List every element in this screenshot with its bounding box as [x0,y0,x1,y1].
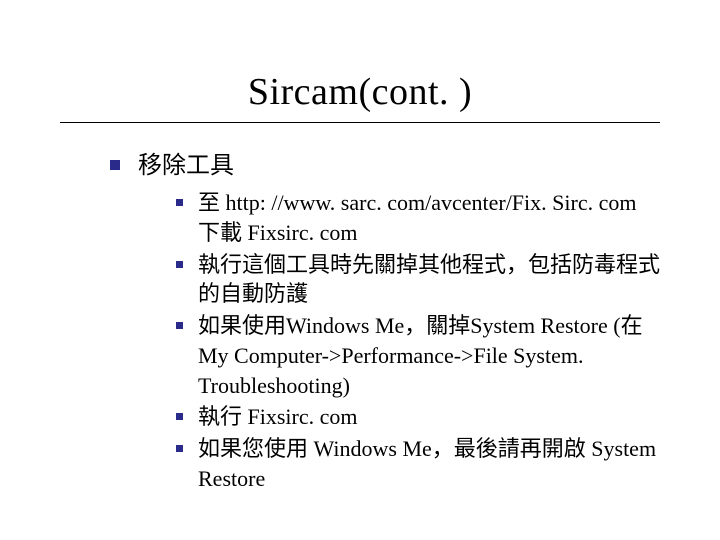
list-item: 執行這個工具時先關掉其他程式，包括防毒程式的自動防護 [176,250,660,309]
square-bullet-icon [176,261,183,268]
square-bullet-icon [176,199,183,206]
list-item-text: 至 http: //www. sarc. com/avcenter/Fix. S… [198,190,636,245]
list-item: 如果使用Windows Me，關掉System Restore (在My Com… [176,311,660,400]
list-item-text: 如果使用Windows Me，關掉System Restore (在My Com… [198,313,643,397]
list-item-text: 執行這個工具時先關掉其他程式，包括防毒程式的自動防護 [198,252,660,307]
slide-body: 移除工具 至 http: //www. sarc. com/avcenter/F… [110,150,660,495]
removal-steps-list: 至 http: //www. sarc. com/avcenter/Fix. S… [176,188,660,493]
slide-title: Sircam(cont. ) [0,70,720,114]
section-heading-text: 移除工具 [138,153,234,179]
square-bullet-icon [176,445,183,452]
slide: Sircam(cont. ) 移除工具 至 http: //www. sarc.… [0,0,720,540]
list-item-text: 執行 Fixsirc. com [198,404,358,429]
title-underline [60,122,660,123]
square-bullet-icon [176,413,183,420]
list-item-text: 如果您使用 Windows Me，最後請再開啟 System Restore [198,436,656,491]
list-item: 至 http: //www. sarc. com/avcenter/Fix. S… [176,188,660,247]
list-item: 執行 Fixsirc. com [176,402,660,432]
list-item: 如果您使用 Windows Me，最後請再開啟 System Restore [176,434,660,493]
square-bullet-icon [110,160,120,170]
section-heading-item: 移除工具 [110,150,660,182]
square-bullet-icon [176,322,183,329]
